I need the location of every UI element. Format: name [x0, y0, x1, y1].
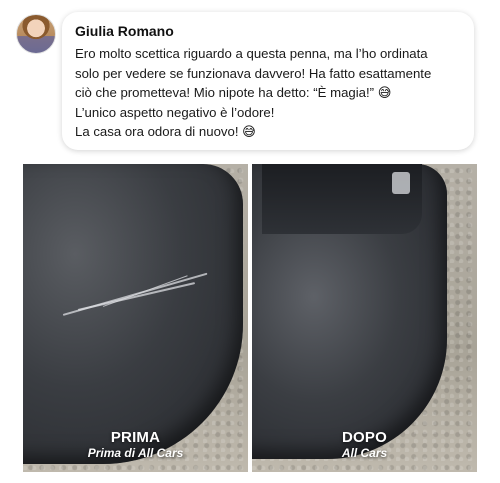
review-text-line-4: L’unico aspetto negativo è l’odore! [75, 104, 275, 120]
before-photo[interactable]: PRIMA Prima di All Cars [23, 164, 248, 472]
author-name[interactable]: Giulia Romano [75, 22, 460, 40]
after-title: DOPO [342, 429, 387, 446]
before-title: PRIMA [110, 429, 161, 446]
before-after-photos: PRIMA Prima di All Cars DOPO All Cars [23, 164, 477, 472]
before-subtitle: Prima di All Cars [87, 446, 184, 460]
car-emblem-icon [392, 172, 410, 194]
review-text-line-2: solo per vedere se funzionava davvero! H… [75, 65, 432, 81]
avatar [16, 14, 56, 54]
after-subtitle: All Cars [341, 446, 388, 460]
review-text-line-3: ciò che prometteva! Mio nipote ha detto:… [75, 85, 392, 101]
before-caption: PRIMA Prima di All Cars [23, 429, 248, 460]
after-photo[interactable]: DOPO All Cars [252, 164, 477, 472]
review-text-line-1: Ero molto scettica riguardo a questa pen… [75, 46, 428, 61]
review-text-line-5: La casa ora odora di nuovo! 😅 [75, 124, 256, 140]
after-caption: DOPO All Cars [252, 429, 477, 460]
review-bubble: Giulia Romano Ero molto scettica riguard… [62, 12, 474, 150]
